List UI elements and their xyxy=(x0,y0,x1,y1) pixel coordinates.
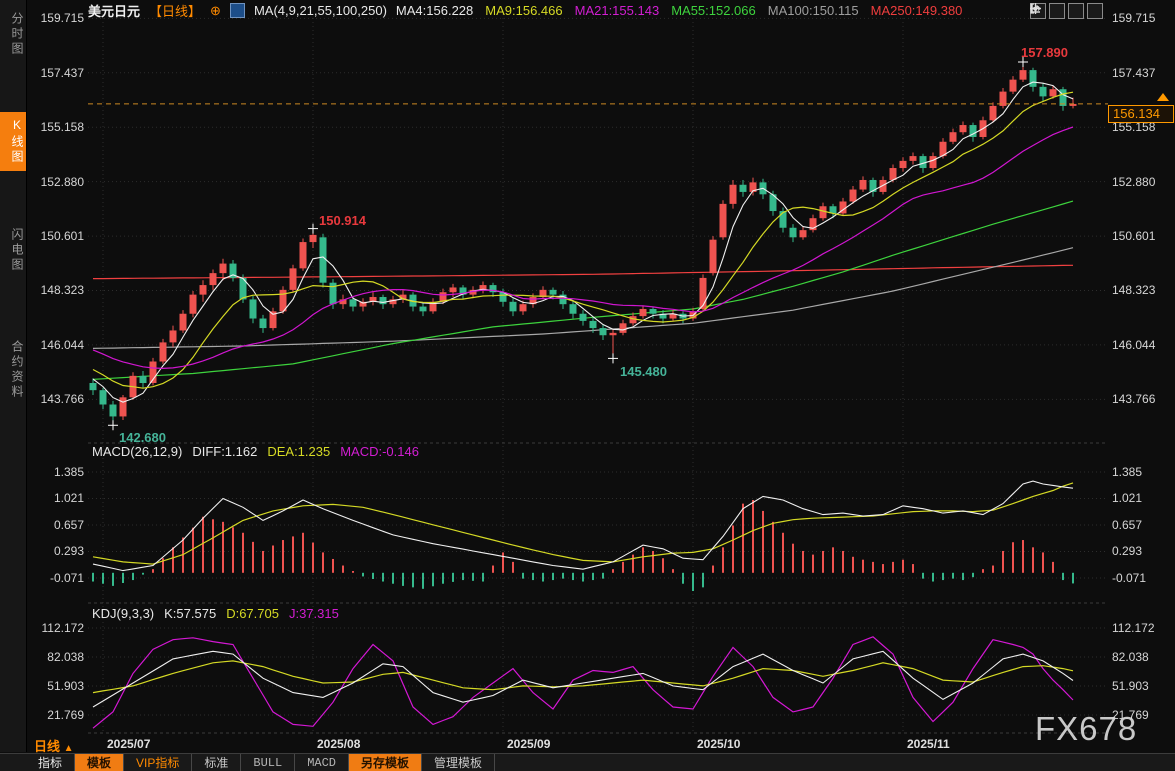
kdj-header: KDJ(9,3,3) K:57.575 D:67.705 J:37.315 xyxy=(92,606,349,621)
footer-tab[interactable]: 指标 xyxy=(26,754,75,771)
price-annotation: 157.890 xyxy=(1021,45,1068,60)
footer-tab[interactable]: MACD xyxy=(295,754,349,771)
macd-header-segment: MACD(26,12,9) xyxy=(92,444,182,459)
ma-values: MA4:156.228 MA9:156.466 MA21:155.143 MA55:1… xyxy=(396,3,962,18)
y-axis-label: 148.323 xyxy=(26,283,84,297)
y-axis-label: 82.038 xyxy=(1112,650,1170,664)
sidebar-tab-4[interactable]: 合约资料 xyxy=(0,334,26,406)
y-axis-label: 159.715 xyxy=(1112,11,1170,25)
y-axis-label: 1.021 xyxy=(26,491,84,505)
y-axis-label: 152.880 xyxy=(1112,175,1170,189)
y-axis-label: 0.657 xyxy=(26,518,84,532)
kdj-header-segment: D:67.705 xyxy=(226,606,279,621)
current-price-badge: 156.134 xyxy=(1108,105,1174,123)
y-axis-label: 51.903 xyxy=(26,679,84,693)
kdj-header-segment: KDJ(9,3,3) xyxy=(92,606,154,621)
y-axis-label: 157.437 xyxy=(1112,66,1170,80)
y-axis-label: 0.293 xyxy=(1112,544,1170,558)
chart-header: 美元日元 【日线】 ⊕ MA(4,9,21,55,100,250) MA4:15… xyxy=(88,2,962,18)
y-axis-label: 0.293 xyxy=(26,544,84,558)
y-axis-label: 1.385 xyxy=(26,465,84,479)
period-tag[interactable]: 【日线】 xyxy=(149,1,201,20)
price-up-arrow-icon xyxy=(1157,93,1169,101)
y-axis-label: 112.172 xyxy=(1112,621,1170,635)
slow-ma-layer xyxy=(93,201,1073,379)
footer-tab[interactable]: 标准 xyxy=(192,754,241,771)
ma-value-label: MA250:149.380 xyxy=(871,3,963,18)
y-axis-label: 143.766 xyxy=(1112,392,1170,406)
y-axis-label: 152.880 xyxy=(26,175,84,189)
ma-value-label: MA21:155.143 xyxy=(575,3,660,18)
exit-fullscreen-icon[interactable] xyxy=(1087,3,1103,19)
sidebar-tab-1[interactable]: 分时图 xyxy=(0,6,26,63)
x-axis-month-label: 2025/09 xyxy=(507,737,550,751)
footer-tab[interactable]: 管理模板 xyxy=(422,754,495,771)
chart-canvas[interactable] xyxy=(0,0,1175,771)
price-annotation: 145.480 xyxy=(620,364,667,379)
add-indicator-icon[interactable]: ⊕ xyxy=(210,4,221,17)
crosshair-icon[interactable] xyxy=(1030,3,1046,19)
macd-header-segment: MACD:-0.146 xyxy=(340,444,419,459)
y-axis-label: 21.769 xyxy=(26,708,84,722)
watermark: FX678 xyxy=(1035,710,1137,748)
y-axis-label: 157.437 xyxy=(26,66,84,80)
footer-tab[interactable]: 另存模板 xyxy=(349,754,422,771)
footer-tab[interactable]: VIP指标 xyxy=(124,754,192,771)
y-axis-label: 146.044 xyxy=(26,338,84,352)
price-annotation: 150.914 xyxy=(319,213,366,228)
ma-value-label: MA9:156.466 xyxy=(485,3,562,18)
chart-toolbar xyxy=(1030,3,1103,19)
ma-value-label: MA55:152.066 xyxy=(671,3,756,18)
y-axis-label: 0.657 xyxy=(1112,518,1170,532)
macd-header: MACD(26,12,9) DIFF:1.162 DEA:1.235 MACD:-0.… xyxy=(92,444,429,459)
x-axis-month-label: 2025/11 xyxy=(907,737,950,751)
grid-layer xyxy=(88,14,1108,733)
candles-layer xyxy=(90,62,1077,425)
sidebar-tab-2[interactable]: K线图 xyxy=(0,112,26,171)
macd-header-segment: DEA:1.235 xyxy=(267,444,330,459)
y-axis-label: 148.323 xyxy=(1112,283,1170,297)
bottom-toolbar: 指标模板VIP指标标准BULLMACD另存模板管理模板 xyxy=(0,753,1175,771)
app-window: 分时图 K线图闪电图合约资料 美元日元 【日线】 ⊕ MA(4,9,21,55,1… xyxy=(0,0,1175,771)
y-axis-label: 112.172 xyxy=(26,621,84,635)
ma-group-label: MA(4,9,21,55,100,250) xyxy=(254,3,387,18)
y-axis-label: -0.071 xyxy=(1112,571,1170,585)
y-axis-label: 1.385 xyxy=(1112,465,1170,479)
kdj-layer xyxy=(93,637,1073,728)
y-axis-label: 51.903 xyxy=(1112,679,1170,693)
mini-chart-icon[interactable] xyxy=(230,3,245,18)
y-axis-label: 146.044 xyxy=(1112,338,1170,352)
ma9-line xyxy=(93,92,1073,388)
y-axis-label: 150.601 xyxy=(26,229,84,243)
y-axis-label: 155.158 xyxy=(26,120,84,134)
y-axis-label: 150.601 xyxy=(1112,229,1170,243)
x-axis-month-label: 2025/08 xyxy=(317,737,360,751)
symbol-title: 美元日元 xyxy=(88,1,140,20)
macd-header-segment: DIFF:1.162 xyxy=(192,444,257,459)
kdj-header-segment: J:37.315 xyxy=(289,606,339,621)
axis-zoom-in-icon[interactable] xyxy=(1049,3,1065,19)
kdj-header-segment: K:57.575 xyxy=(164,606,216,621)
x-axis-month-label: 2025/10 xyxy=(697,737,740,751)
y-axis-label: 143.766 xyxy=(26,392,84,406)
sidebar: 分时图 K线图闪电图合约资料 xyxy=(0,0,27,752)
axis-zoom-out-icon[interactable] xyxy=(1068,3,1084,19)
footer-tab[interactable]: BULL xyxy=(241,754,295,771)
y-axis-label: 159.715 xyxy=(26,11,84,25)
y-axis-label: -0.071 xyxy=(26,571,84,585)
y-axis-label: 1.021 xyxy=(1112,491,1170,505)
ma-value-label: MA100:150.115 xyxy=(768,3,859,18)
annotation-layer xyxy=(108,57,1028,430)
footer-tab[interactable]: 模板 xyxy=(75,754,124,771)
ma4-line xyxy=(93,82,1073,402)
ma21-line xyxy=(93,127,1073,368)
y-axis-label: 82.038 xyxy=(26,650,84,664)
ma-value-label: MA4:156.228 xyxy=(396,3,473,18)
macd-layer xyxy=(93,481,1073,591)
sidebar-tab-3[interactable]: 闪电图 xyxy=(0,222,26,279)
x-axis-month-label: 2025/07 xyxy=(107,737,150,751)
